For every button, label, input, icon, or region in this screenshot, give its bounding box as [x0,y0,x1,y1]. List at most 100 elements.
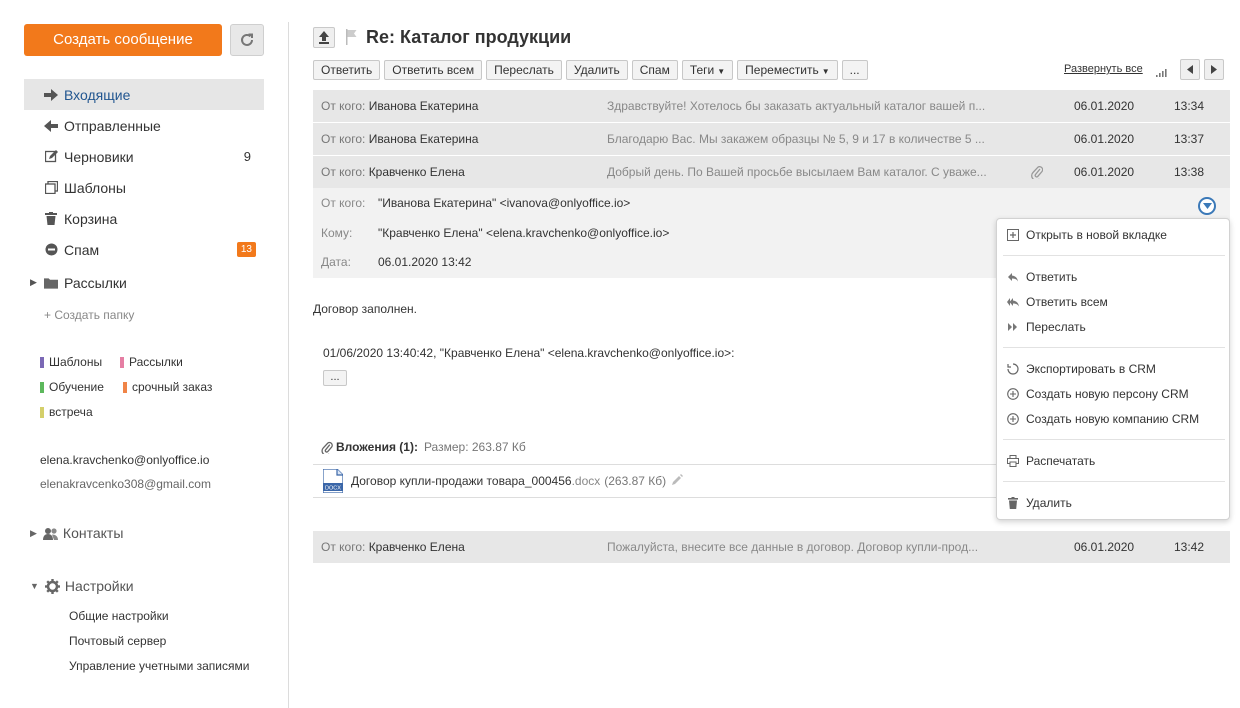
menu-item-delete[interactable]: Удалить [1007,496,1072,510]
date-value: 06.01.2020 13:42 [378,255,472,269]
tag-label: Рассылки [129,355,183,369]
message-row[interactable]: От кого: Иванова Екатерина Здравствуйте!… [313,90,1230,122]
settings-section[interactable]: ▼ Настройки [30,578,134,594]
menu-item-forward[interactable]: Переслать [1007,320,1086,334]
menu-separator [1003,439,1225,440]
next-message-button[interactable] [1204,59,1224,80]
tag-item[interactable]: Шаблоны [40,355,102,369]
show-quote-button[interactable]: ... [323,370,347,386]
settings-link-accounts[interactable]: Управление учетными записями [69,657,249,682]
flag-icon[interactable] [346,29,357,48]
menu-item-label: Удалить [1026,496,1072,510]
menu-item-print[interactable]: Распечатать [1007,454,1095,468]
attachment-size: (263.87 Кб) [604,474,667,488]
menu-item-new-company-crm[interactable]: Создать новую компанию CRM [1007,412,1199,426]
from-field: От кого: Иванова Екатерина [321,99,478,113]
message-snippet: Благодарю Вас. Мы закажем образцы № 5, 9… [607,132,985,146]
from-field: От кого: Кравченко Елена [321,540,465,554]
settings-link-mail-server[interactable]: Почтовый сервер [69,632,249,657]
attachment-name[interactable]: Договор купли-продажи товара_000456.docx [351,474,600,488]
more-actions-button[interactable]: ... [841,60,868,80]
compose-button[interactable]: Создать сообщение [24,24,222,56]
message-snippet: Добрый день. По Вашей просьбе высылаем В… [607,165,987,179]
edit-icon [44,150,58,164]
contacts-section[interactable]: ▶ Контакты [30,525,123,541]
tag-item[interactable]: Рассылки [120,355,183,369]
date-label: Дата: [321,255,351,269]
docx-file-icon[interactable]: DOCX [323,469,343,493]
tag-label: Шаблоны [49,355,103,369]
folder-templates[interactable]: Шаблоны [24,172,264,203]
reply-all-button[interactable]: Ответить всем [384,60,483,80]
message-subject: Re: Каталог продукции [366,27,572,47]
expand-all-link[interactable]: Развернуть все [1064,63,1143,75]
previous-message-button[interactable] [1180,59,1200,80]
menu-item-open-new-tab[interactable]: Открыть в новой вкладке [1007,228,1167,242]
tag-item[interactable]: Обучение [40,380,104,394]
menu-item-reply-all[interactable]: Ответить всем [1007,295,1108,309]
menu-item-label: Создать новую персону CRM [1026,387,1189,401]
move-dropdown[interactable]: Переместить ▼ [737,60,838,80]
reply-all-icon [1007,296,1019,308]
create-folder-link[interactable]: + Создать папку [44,308,134,322]
message-row[interactable]: От кого: Кравченко Елена Добрый день. По… [313,156,1230,188]
folder-inbox[interactable]: Входящие [24,79,264,110]
menu-separator [1003,347,1225,348]
account-item[interactable]: elena.kravchenko@onlyoffice.io [40,451,211,475]
message-menu-button[interactable] [1198,197,1216,215]
reply-button[interactable]: Ответить [313,60,381,80]
to-value[interactable]: "Кравченко Елена" <elena.kravchenko@only… [378,226,669,240]
folder-spam[interactable]: Спам 13 [24,234,264,265]
delete-button[interactable]: Удалить [565,60,628,80]
tag-label: Обучение [49,380,104,394]
menu-item-reply[interactable]: Ответить [1007,270,1077,284]
attachment-item: DOCX Договор купли-продажи товара_000456… [323,469,684,493]
sidebar-divider [288,22,289,708]
from-prefix: От кого: [321,99,366,113]
folder-list: Входящие Отправленные Черновики 9 Шаблон… [24,79,264,298]
menu-item-export-crm[interactable]: Экспортировать в CRM [1007,362,1156,376]
forward-button[interactable]: Переслать [486,60,562,80]
sender-name: Кравченко Елена [368,165,465,179]
message-time: 13:38 [1174,165,1205,179]
paperclip-icon [1031,165,1044,182]
tag-item[interactable]: срочный заказ [123,380,212,394]
folder-sent[interactable]: Отправленные [24,110,264,141]
tags-dropdown-label: Теги [689,63,715,77]
tag-color-swatch [120,356,124,368]
expand-arrow-icon: ▶ [30,527,37,538]
back-button[interactable] [313,27,335,48]
spam-icon [44,243,58,257]
menu-separator [1003,481,1225,482]
add-person-icon [1007,388,1019,400]
folder-mailings[interactable]: ▶ Рассылки [24,267,264,298]
from-value[interactable]: "Иванова Екатерина" <ivanova@onlyoffice.… [378,196,630,210]
folder-label: Спам [64,241,100,258]
message-row[interactable]: От кого: Кравченко Елена Пожалуйста, вне… [313,531,1230,563]
settings-links: Общие настройки Почтовый сервер Управлен… [69,607,249,682]
message-time: 13:42 [1174,540,1205,554]
sidebar: Создать сообщение Входящие Отправленные … [0,0,288,708]
refresh-button[interactable] [230,24,264,56]
spam-button[interactable]: Спам [631,60,678,80]
folder-icon [44,276,58,290]
folder-drafts[interactable]: Черновики 9 [24,141,264,172]
menu-item-label: Распечатать [1026,454,1096,468]
settings-link-general[interactable]: Общие настройки [69,607,249,632]
expand-arrow-icon[interactable]: ▶ [30,277,37,288]
message-date: 06.01.2020 [1074,165,1135,179]
up-arrow-icon [319,31,329,44]
tag-item[interactable]: встреча [40,405,93,419]
menu-item-new-person-crm[interactable]: Создать новую персону CRM [1007,387,1189,401]
edit-pencil-icon[interactable] [672,474,684,488]
message-row[interactable]: От кого: Иванова Екатерина Благодарю Вас… [313,123,1230,155]
from-prefix: От кого: [321,540,366,554]
template-icon [44,181,58,195]
file-type-label: DOCX [325,486,341,492]
folder-label: Рассылки [64,274,127,291]
gear-icon [44,578,60,594]
attachments-size: Размер: 263.87 Кб [423,440,526,454]
folder-trash[interactable]: Корзина [24,203,264,234]
tags-dropdown[interactable]: Теги ▼ [681,60,734,80]
account-item[interactable]: elenakravcenko308@gmail.com [40,475,211,499]
